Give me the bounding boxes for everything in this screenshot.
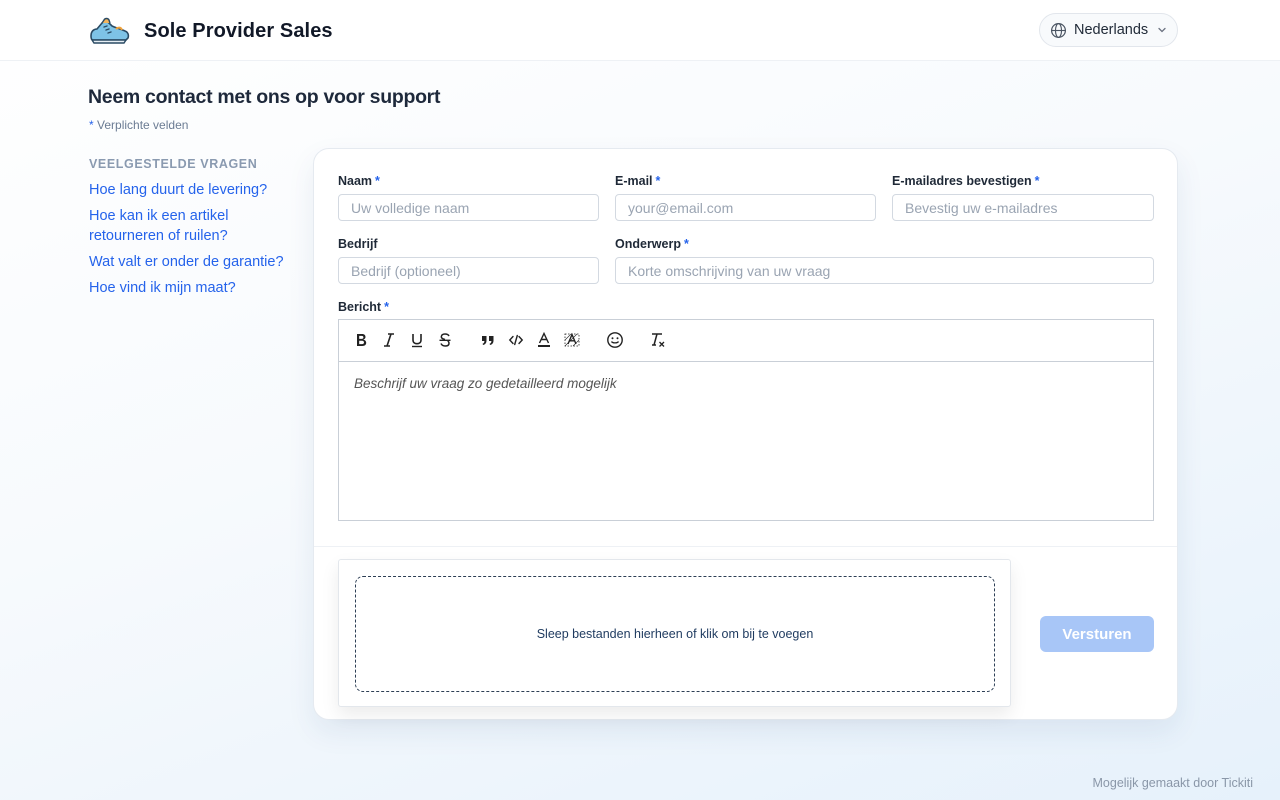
sneaker-logo-icon	[90, 17, 130, 44]
font-color-icon[interactable]	[531, 328, 557, 352]
name-label: Naam *	[338, 174, 380, 188]
attachment-panel: Sleep bestanden hierheen of klik om bij …	[338, 559, 1011, 707]
company-label: Bedrijf	[338, 237, 378, 251]
company-input[interactable]	[338, 257, 599, 284]
email-field-group: E-mail *	[615, 174, 876, 221]
subject-label: Onderwerp *	[615, 237, 689, 251]
bold-icon[interactable]	[348, 328, 374, 352]
card-divider	[314, 546, 1177, 547]
subject-input[interactable]	[615, 257, 1154, 284]
faq-link-delivery[interactable]: Hoe lang duurt de levering?	[89, 180, 294, 200]
email-confirm-input[interactable]	[892, 194, 1154, 221]
faq-link-returns[interactable]: Hoe kan ik een artikel retourneren of ru…	[89, 206, 294, 246]
message-editor: Beschrijf uw vraag zo gedetailleerd moge…	[338, 319, 1154, 521]
file-dropzone[interactable]: Sleep bestanden hierheen of klik om bij …	[355, 576, 995, 692]
contact-form-card: Naam* E-mail* E-mailadres bevestigen* Be…	[313, 148, 1178, 720]
message-field-group: Bericht *	[338, 300, 1154, 320]
submit-button[interactable]: Versturen	[1040, 616, 1154, 652]
message-label: Bericht *	[338, 300, 389, 314]
faq-heading: VEELGESTELDE VRAGEN	[89, 157, 258, 171]
underline-icon[interactable]	[404, 328, 430, 352]
chevron-down-icon	[1158, 27, 1166, 33]
top-header: Sole Provider Sales Nederlands	[0, 0, 1280, 61]
faq-link-warranty[interactable]: Wat valt er onder de garantie?	[89, 252, 294, 272]
clear-format-icon[interactable]	[645, 328, 671, 352]
quote-icon[interactable]	[475, 328, 501, 352]
email-label: E-mail *	[615, 174, 661, 188]
dropzone-text: Sleep bestanden hierheen of klik om bij …	[536, 627, 814, 641]
message-placeholder: Beschrijf uw vraag zo gedetailleerd moge…	[354, 376, 617, 391]
brand[interactable]: Sole Provider Sales	[88, 14, 333, 48]
email-input[interactable]	[615, 194, 876, 221]
background-color-icon[interactable]	[559, 328, 585, 352]
page-title: Neem contact met ons op voor support	[88, 86, 441, 108]
email-confirm-field-group: E-mailadres bevestigen *	[892, 174, 1154, 221]
subject-field-group: Onderwerp *	[615, 237, 1154, 284]
name-input[interactable]	[338, 194, 599, 221]
language-label: Nederlands	[1074, 22, 1149, 38]
footer-credit[interactable]: Mogelijk gemaakt door Tickiti	[1093, 776, 1253, 790]
required-fields-note: * Verplichte velden	[89, 118, 188, 132]
faq-link-size[interactable]: Hoe vind ik mijn maat?	[89, 278, 294, 298]
faq-sidebar: VEELGESTELDE VRAGEN Hoe lang duurt de le…	[89, 157, 294, 304]
editor-toolbar	[339, 320, 1153, 362]
message-textarea[interactable]: Beschrijf uw vraag zo gedetailleerd moge…	[339, 362, 1153, 520]
emoji-icon[interactable]	[602, 328, 628, 352]
code-icon[interactable]	[503, 328, 529, 352]
italic-icon[interactable]	[376, 328, 402, 352]
name-field-group: Naam *	[338, 174, 599, 221]
language-selector[interactable]: Nederlands	[1039, 13, 1178, 47]
globe-icon	[1050, 22, 1067, 38]
required-note-text: Verplichte velden	[97, 118, 189, 132]
email-confirm-label: E-mailadres bevestigen *	[892, 174, 1040, 188]
required-marker: *	[89, 118, 94, 132]
strikethrough-icon[interactable]	[432, 328, 458, 352]
company-field-group: Bedrijf	[338, 237, 599, 284]
brand-name: Sole Provider Sales	[144, 19, 333, 42]
